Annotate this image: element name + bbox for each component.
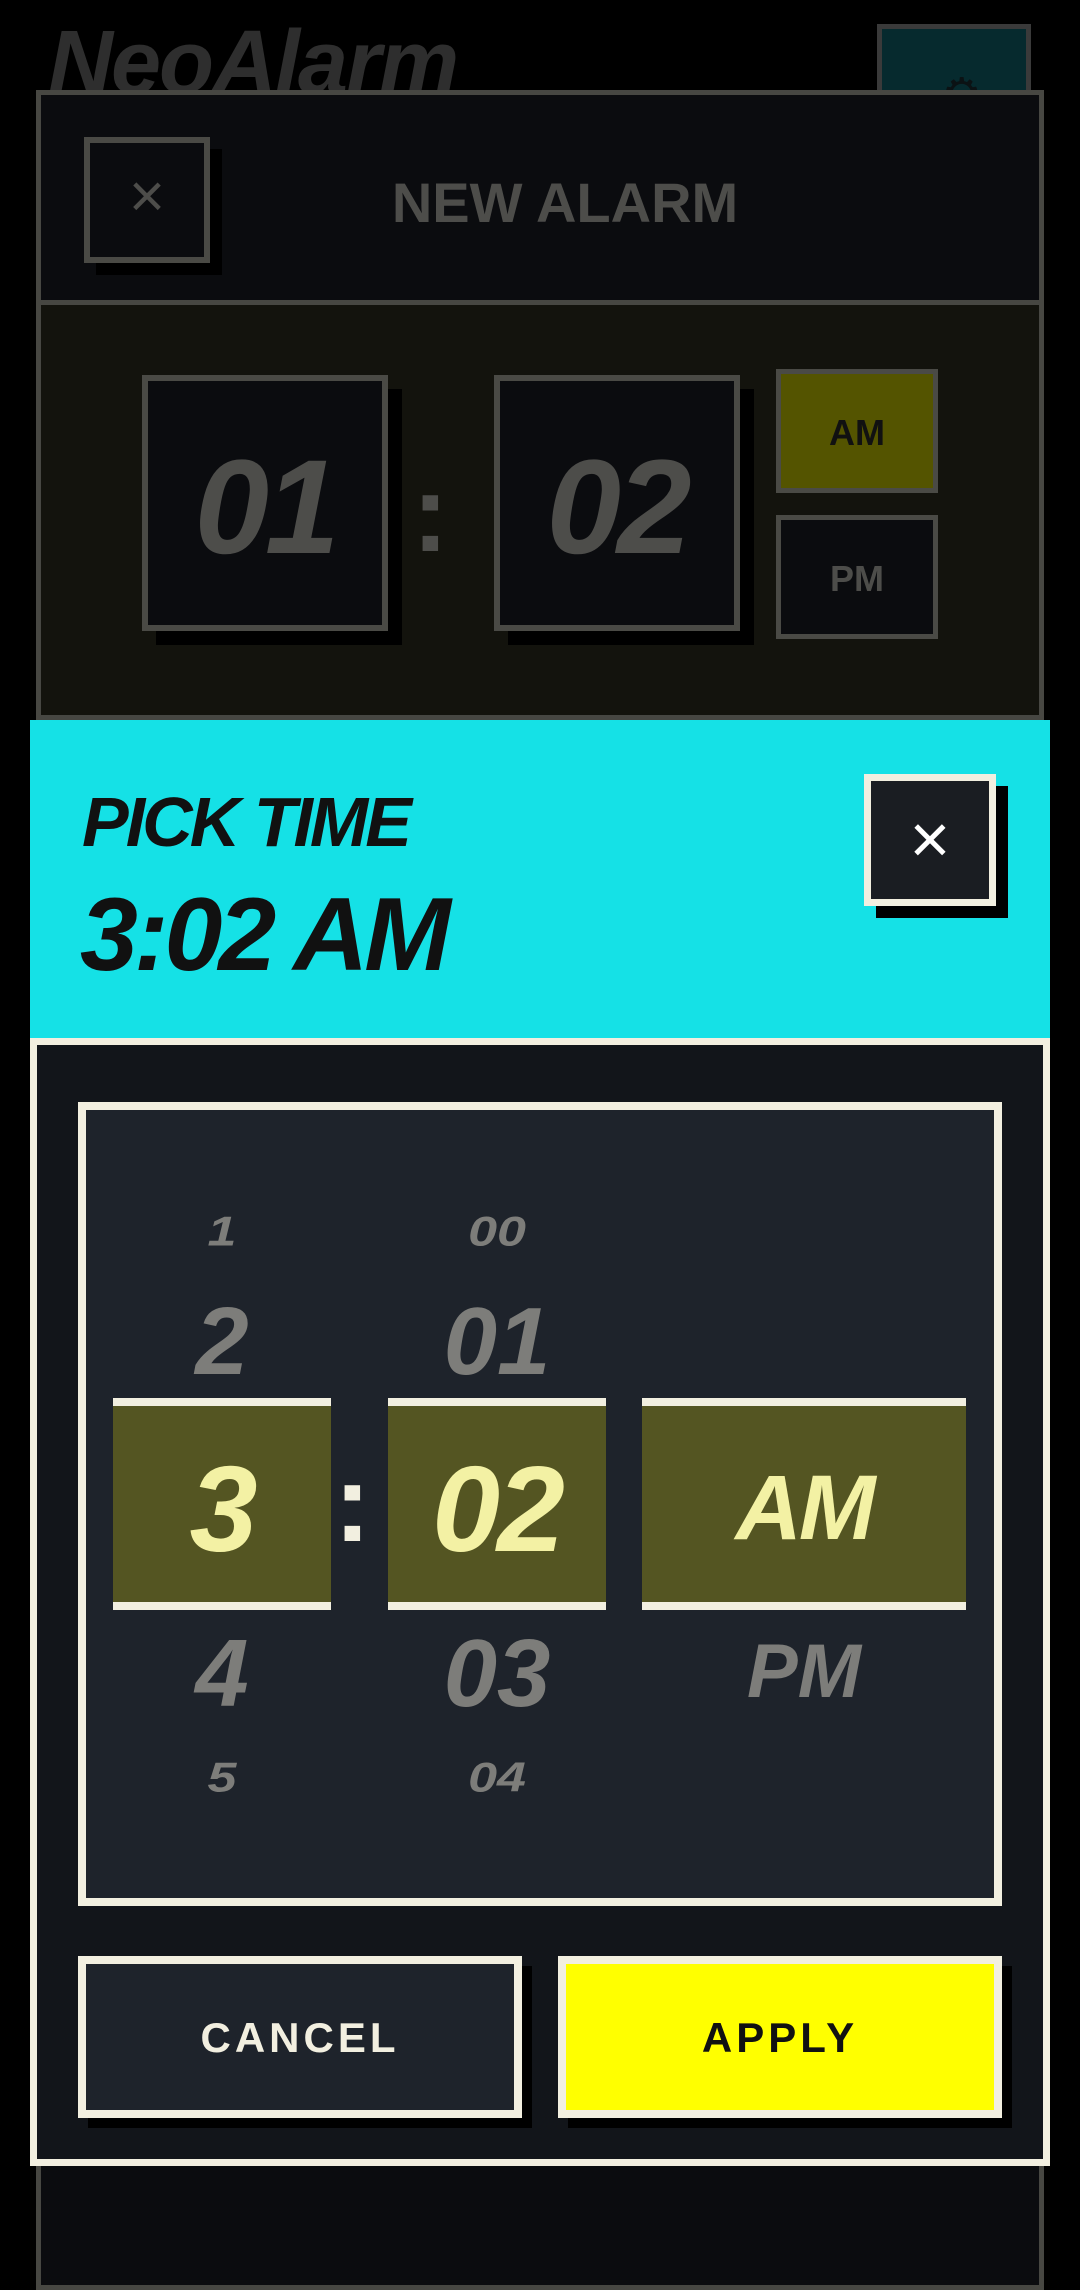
period-selected-value: AM — [735, 1457, 875, 1559]
cancel-button[interactable]: CANCEL — [78, 1956, 522, 2118]
alarm-am-label: AM — [829, 412, 885, 453]
minute-option[interactable]: 03 — [388, 1626, 606, 1722]
close-icon: × — [128, 162, 166, 231]
hour-selected-value: 3 — [189, 1441, 258, 1577]
hour-option[interactable]: 4 — [113, 1626, 331, 1722]
close-icon: × — [909, 800, 951, 878]
hour-option[interactable]: 1 — [113, 1211, 331, 1253]
pick-time-display: 3:02 AM — [80, 877, 451, 993]
alarm-minute-value: 02 — [546, 433, 691, 582]
period-option[interactable]: PM — [642, 1634, 966, 1710]
picker-time-separator: : — [334, 1442, 371, 1565]
minute-option[interactable]: 01 — [388, 1294, 606, 1390]
cancel-label: CANCEL — [200, 2014, 400, 2061]
alarm-pm-toggle[interactable]: PM — [776, 515, 938, 639]
hour-selected[interactable]: 3 — [113, 1398, 331, 1610]
alarm-hour-value: 01 — [194, 433, 339, 582]
apply-button[interactable]: APPLY — [558, 1956, 1002, 2118]
hour-option[interactable]: 5 — [113, 1757, 331, 1799]
alarm-time-separator: : — [412, 452, 449, 575]
minute-option[interactable]: 00 — [388, 1211, 606, 1253]
alarm-am-toggle[interactable]: AM — [776, 369, 938, 493]
hour-option[interactable]: 2 — [113, 1294, 331, 1390]
minute-selected[interactable]: 02 — [388, 1398, 606, 1610]
new-alarm-close-button[interactable]: × — [84, 137, 210, 263]
pick-time-title: PICK TIME — [82, 783, 412, 861]
alarm-minute-box[interactable]: 02 — [494, 375, 740, 631]
minute-option[interactable]: 04 — [388, 1757, 606, 1799]
minute-selected-value: 02 — [432, 1441, 565, 1577]
alarm-hour-box[interactable]: 01 — [142, 375, 388, 631]
new-alarm-title: NEW ALARM — [391, 171, 739, 234]
pick-time-close-button[interactable]: × — [864, 774, 996, 906]
alarm-pm-label: PM — [830, 558, 884, 599]
period-selected[interactable]: AM — [642, 1398, 966, 1610]
apply-label: APPLY — [701, 2014, 859, 2061]
